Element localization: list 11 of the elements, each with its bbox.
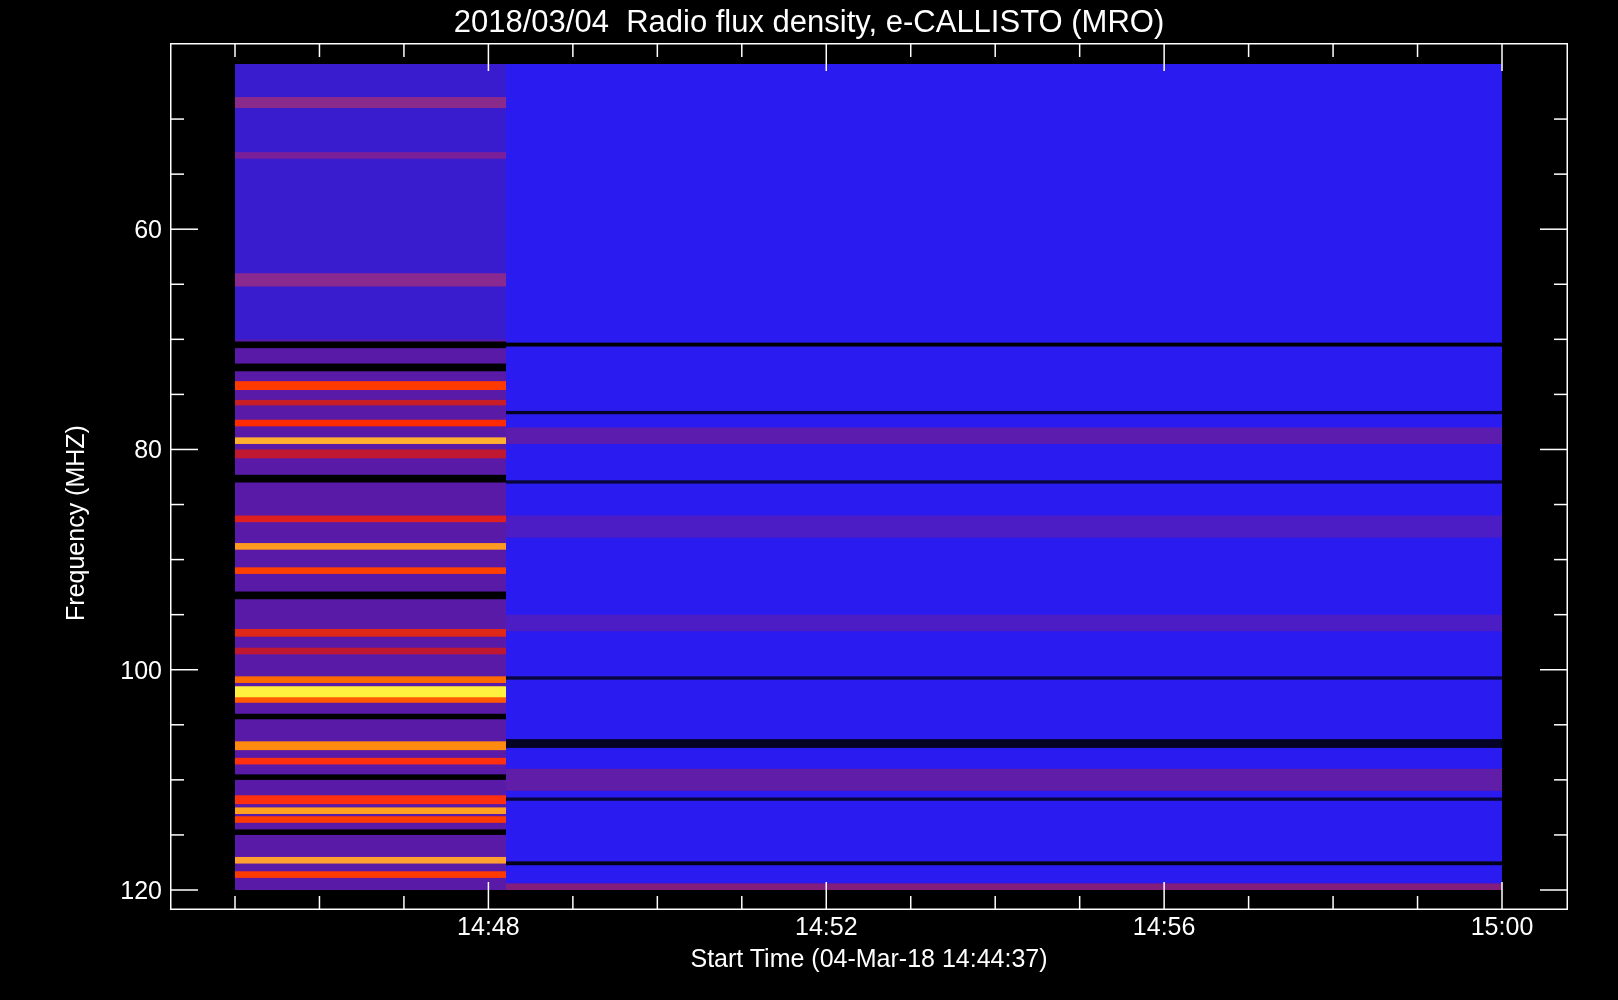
axis-label: Start Time (04-Mar-18 14:44:37) [690,946,1048,971]
tick-label: 100 [120,657,162,683]
tick-label: 14:56 [1132,914,1196,939]
tick-label: 14:48 [457,914,520,939]
chart-title: 2018/03/04 Radio flux density, e-CALLISTO (MRO) [453,6,1165,37]
tick-label: 80 [134,436,162,462]
tick-label: 120 [120,877,162,903]
tick-label: 15:00 [1470,914,1534,939]
axis-label: Frequency (MHZ) [62,425,88,621]
tick-label: 14:52 [795,914,858,939]
tick-label: 60 [134,216,162,242]
